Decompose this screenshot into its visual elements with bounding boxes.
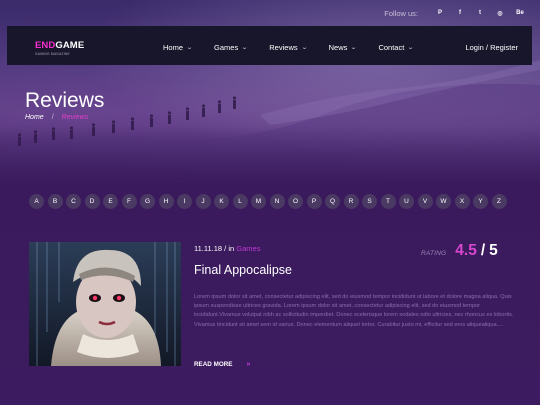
letter-h[interactable]: H [158,194,174,209]
letter-o[interactable]: O [288,194,303,209]
nav-item-reviews[interactable]: Reviews ⌄ [269,43,308,52]
page-title: Reviews [25,89,105,112]
dribbble-icon[interactable]: ◎ [490,7,510,19]
letter-s[interactable]: S [362,194,377,209]
letter-f[interactable]: F [121,194,137,209]
review-meta: 11.11.18 / in Games [194,244,260,253]
letter-y[interactable]: Y [473,194,488,209]
rating-value: 4.5 [455,242,477,259]
letter-b[interactable]: B [47,194,63,209]
letter-t[interactable]: T [380,194,396,209]
letter-w[interactable]: W [436,194,451,209]
letter-m[interactable]: M [251,194,266,209]
facebook-icon[interactable]: f [450,7,470,19]
letter-n[interactable]: N [269,194,285,209]
chevron-down-icon: ⌄ [350,45,358,51]
nav-item-home[interactable]: Home ⌄ [163,43,194,52]
letter-p[interactable]: P [306,194,322,209]
chevron-down-icon: ⌄ [241,45,249,51]
rating-label: RATING [421,250,447,257]
letter-d[interactable]: D [84,194,100,209]
letter-e[interactable]: E [103,194,118,209]
letter-r[interactable]: R [343,194,359,209]
letter-x[interactable]: X [454,194,470,209]
letter-i[interactable]: I [177,194,192,209]
breadcrumb: Home / Reviews [25,114,88,121]
letter-q[interactable]: Q [325,194,340,209]
review-rating: RATING 4.5 / 5 [421,242,498,260]
alphabet-filter: A B C D E F G H I J K L M N O P Q R S T … [29,194,510,209]
breadcrumb-current: Reviews [61,114,89,121]
follow-label: Follow us: [384,8,418,18]
breadcrumb-separator: / [51,114,54,121]
behance-icon[interactable]: Be [510,7,530,19]
breadcrumb-home[interactable]: Home [25,114,44,121]
letter-g[interactable]: G [140,194,155,209]
letter-a[interactable]: A [29,194,44,209]
letter-c[interactable]: C [66,194,81,209]
nav-item-contact[interactable]: Contact ⌄ [378,43,415,52]
letter-z[interactable]: Z [491,194,507,209]
nav-item-news[interactable]: News ⌄ [329,43,358,52]
logo-game: GAME [55,40,85,51]
review-title[interactable]: Final Appocalipse [194,263,292,277]
chevron-down-icon: ⌄ [186,45,194,51]
letter-k[interactable]: K [214,194,229,209]
read-more-link[interactable]: READ MORE » [194,361,250,368]
nav-item-games[interactable]: Games ⌄ [214,43,249,52]
pinterest-icon[interactable]: P [430,7,450,19]
chevron-down-icon: ⌄ [407,45,415,51]
double-arrow-icon: » [246,361,251,368]
review-category-link[interactable]: Games [236,244,260,253]
read-more-label: READ MORE [194,361,233,368]
letter-v[interactable]: V [417,194,433,209]
nav-menu: Home ⌄ Games ⌄ Reviews ⌄ News ⌄ Contact ⌄ [163,43,435,52]
review-in-label: / in [222,244,237,253]
login-register-link[interactable]: Login / Register [465,43,518,52]
twitter-icon[interactable]: t [470,7,490,19]
social-bar: Follow us: P f t ◎ Be [384,7,530,19]
review-date: 11.11.18 [194,244,223,253]
letter-j[interactable]: J [195,194,211,209]
letter-l[interactable]: L [232,194,248,209]
rating-separator: / [480,242,486,259]
site-logo[interactable]: ENDGAME gaming magazine [35,40,84,56]
logo-tagline: gaming magazine [35,52,70,56]
letter-u[interactable]: U [399,194,414,209]
main-navbar: ENDGAME gaming magazine Home ⌄ Games ⌄ Rev… [7,26,532,65]
logo-end: END [35,40,56,51]
rating-max: 5 [489,242,498,259]
review-excerpt: Lorem ipsum dolor sit amet, consectetur … [194,294,514,328]
character-illustration [29,242,181,366]
review-thumbnail[interactable] [29,242,181,366]
chevron-down-icon: ⌄ [300,45,308,51]
